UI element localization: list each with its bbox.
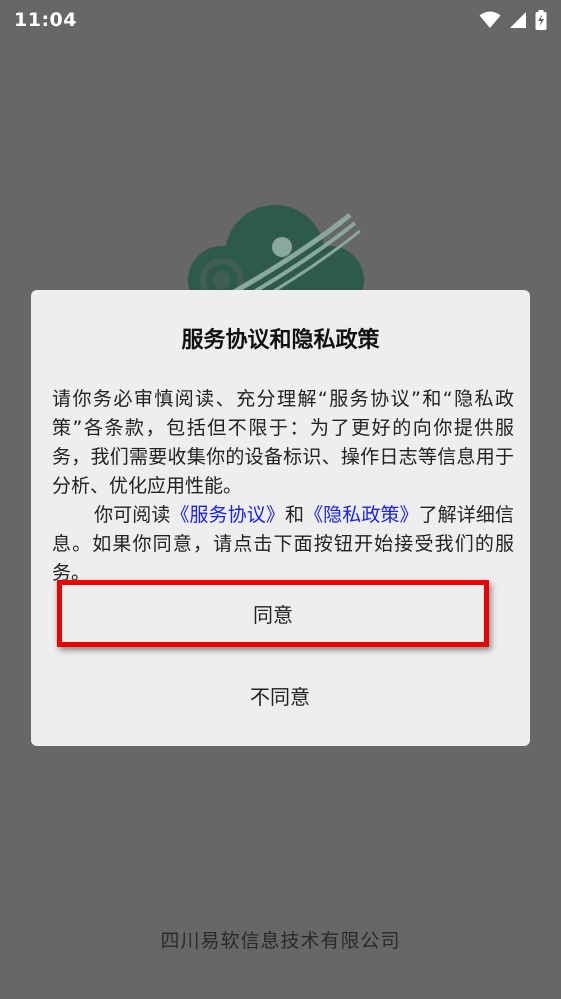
signal-icon — [509, 11, 527, 29]
status-icons — [479, 10, 547, 30]
paragraph-1: 请你务必审慎阅读、充分理解“服务协议”和“隐私政策”各条款，包括但不限于：为了更… — [52, 388, 514, 497]
company-name: 四川易软信息技术有限公司 — [160, 930, 401, 952]
dialog-body: 请你务必审慎阅读、充分理解“服务协议”和“隐私政策”各条款，包括但不限于：为了更… — [52, 385, 514, 588]
app-logo-icon — [180, 195, 370, 314]
privacy-dialog: 服务协议和隐私政策 请你务必审慎阅读、充分理解“服务协议”和“隐私政策”各条款，… — [31, 290, 530, 746]
wifi-icon — [479, 11, 501, 29]
status-time: 11:04 — [14, 9, 77, 31]
paragraph-2-prefix: 你可阅读 — [94, 504, 171, 526]
agree-button[interactable]: 同意 — [57, 580, 489, 647]
privacy-policy-link[interactable]: 《隐私政策》 — [304, 504, 419, 526]
disagree-button[interactable]: 不同意 — [57, 670, 503, 720]
paragraph-2-and: 和 — [284, 504, 305, 526]
battery-charging-icon — [535, 10, 547, 30]
service-agreement-link[interactable]: 《服务协议》 — [170, 504, 285, 526]
dialog-title: 服务协议和隐私政策 — [181, 328, 380, 353]
status-bar: 11:04 — [0, 0, 561, 40]
